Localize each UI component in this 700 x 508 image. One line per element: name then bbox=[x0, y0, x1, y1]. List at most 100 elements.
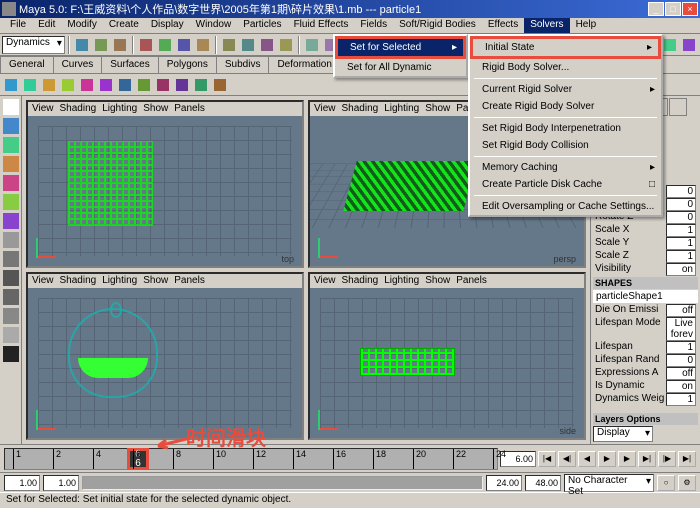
maximize-button[interactable]: □ bbox=[665, 2, 681, 16]
tool-btn[interactable] bbox=[239, 36, 257, 54]
tool-btn[interactable] bbox=[92, 36, 110, 54]
prev-key-button[interactable]: ◀ bbox=[578, 451, 596, 467]
particle-object[interactable] bbox=[68, 141, 153, 226]
minimize-button[interactable]: _ bbox=[648, 2, 664, 16]
submenu-item[interactable]: Memory Caching bbox=[470, 159, 661, 176]
apple-curve[interactable] bbox=[68, 308, 158, 398]
shelf-btn[interactable] bbox=[135, 76, 153, 94]
submenu-item[interactable]: Current Rigid Solver bbox=[470, 81, 661, 98]
tool-btn[interactable] bbox=[111, 36, 129, 54]
menu-fields[interactable]: Fields bbox=[354, 18, 393, 33]
menu-fluid[interactable]: Fluid Effects bbox=[288, 18, 355, 33]
menu-window[interactable]: Window bbox=[190, 18, 238, 33]
play-back-button[interactable]: ▶ bbox=[598, 451, 616, 467]
channel-value[interactable]: 1 bbox=[666, 341, 696, 354]
submenu-item[interactable]: Edit Oversampling or Cache Settings... bbox=[470, 198, 661, 215]
shelf-btn[interactable] bbox=[59, 76, 77, 94]
channel-value[interactable]: 1 bbox=[666, 237, 696, 250]
tool-btn[interactable] bbox=[258, 36, 276, 54]
tool-btn[interactable] bbox=[303, 36, 321, 54]
tab-subdivs[interactable]: Subdivs bbox=[216, 56, 270, 73]
vp-shading[interactable]: Shading bbox=[60, 103, 97, 115]
tool[interactable] bbox=[2, 231, 20, 249]
tool-btn[interactable] bbox=[73, 36, 91, 54]
menu-file[interactable]: File bbox=[4, 18, 32, 33]
shelf-btn[interactable] bbox=[173, 76, 191, 94]
channel-value[interactable]: off bbox=[666, 367, 696, 380]
vp-lighting[interactable]: Lighting bbox=[102, 103, 137, 115]
charset-dropdown[interactable]: No Character Set bbox=[564, 474, 654, 492]
tool-btn[interactable] bbox=[661, 36, 679, 54]
channel-value[interactable]: 0 bbox=[666, 354, 696, 367]
rewind-button[interactable]: |◀ bbox=[538, 451, 556, 467]
layout-single[interactable] bbox=[2, 250, 20, 268]
menu-modify[interactable]: Modify bbox=[61, 18, 102, 33]
range-start-field[interactable] bbox=[43, 475, 79, 491]
vp-shading[interactable]: Shading bbox=[342, 103, 379, 115]
display-dropdown[interactable]: Display bbox=[593, 426, 653, 442]
vp-lighting[interactable]: Lighting bbox=[384, 275, 419, 287]
vp-show[interactable]: Show bbox=[143, 103, 168, 115]
rotate-tool[interactable] bbox=[2, 155, 20, 173]
tool[interactable] bbox=[2, 212, 20, 230]
menu-particles[interactable]: Particles bbox=[237, 18, 287, 33]
vp-panels[interactable]: Panels bbox=[174, 275, 205, 287]
shelf-btn[interactable] bbox=[97, 76, 115, 94]
particle-object[interactable] bbox=[343, 161, 476, 211]
vp-shading[interactable]: Shading bbox=[60, 275, 97, 287]
viewport-top[interactable]: View Shading Lighting Show Panels top bbox=[26, 100, 304, 268]
vp-panels[interactable]: Panels bbox=[456, 275, 487, 287]
channel-value[interactable]: 1 bbox=[666, 393, 696, 406]
tool-btn[interactable] bbox=[137, 36, 155, 54]
menu-help[interactable]: Help bbox=[570, 18, 603, 33]
channel-value[interactable]: 1 bbox=[666, 224, 696, 237]
range-track[interactable] bbox=[82, 476, 483, 490]
menu-solvers[interactable]: Solvers bbox=[524, 18, 569, 33]
vp-view[interactable]: View bbox=[32, 275, 54, 287]
step-back-button[interactable]: ◀| bbox=[558, 451, 576, 467]
vp-view[interactable]: View bbox=[314, 275, 336, 287]
menu-edit[interactable]: Edit bbox=[32, 18, 61, 33]
channel-value[interactable]: 0 bbox=[666, 198, 696, 211]
shelf-btn[interactable] bbox=[192, 76, 210, 94]
panel-icon[interactable] bbox=[669, 98, 687, 116]
lasso-tool[interactable] bbox=[2, 117, 20, 135]
scale-tool[interactable] bbox=[2, 174, 20, 192]
tool-btn[interactable] bbox=[277, 36, 295, 54]
shelf-btn[interactable] bbox=[211, 76, 229, 94]
anim-start-field[interactable] bbox=[4, 475, 40, 491]
tab-curves[interactable]: Curves bbox=[53, 56, 103, 73]
submenu-item[interactable]: Initial State bbox=[470, 36, 661, 59]
channel-value[interactable]: 0 bbox=[666, 185, 696, 198]
menu-effects[interactable]: Effects bbox=[482, 18, 524, 33]
autokey-button[interactable]: ○ bbox=[657, 475, 675, 491]
channel-value[interactable]: Live forev bbox=[666, 317, 696, 341]
vp-shading[interactable]: Shading bbox=[342, 275, 379, 287]
shelf-btn[interactable] bbox=[21, 76, 39, 94]
select-tool[interactable] bbox=[2, 98, 20, 116]
menu-rigid[interactable]: Soft/Rigid Bodies bbox=[393, 18, 482, 33]
submenu-item[interactable]: Set Rigid Body Interpenetration bbox=[470, 120, 661, 137]
layout-tool[interactable] bbox=[2, 307, 20, 325]
prefs-button[interactable]: ⚙ bbox=[678, 475, 696, 491]
vp-show[interactable]: Show bbox=[143, 275, 168, 287]
layout-four[interactable] bbox=[2, 269, 20, 287]
menu-set-all[interactable]: Set for All Dynamic bbox=[335, 59, 466, 76]
particle-object[interactable] bbox=[360, 348, 455, 376]
layout-tool[interactable] bbox=[2, 345, 20, 363]
layout-tool[interactable] bbox=[2, 288, 20, 306]
close-button[interactable]: × bbox=[682, 2, 698, 16]
anim-end-field[interactable] bbox=[525, 475, 561, 491]
submenu-item[interactable]: Rigid Body Solver... bbox=[470, 59, 661, 76]
next-key-button[interactable]: ▶| bbox=[638, 451, 656, 467]
play-button[interactable]: ▶ bbox=[618, 451, 636, 467]
shelf-btn[interactable] bbox=[40, 76, 58, 94]
range-end-field[interactable] bbox=[486, 475, 522, 491]
vp-panels[interactable]: Panels bbox=[174, 103, 205, 115]
shape-name[interactable]: particleShape1 bbox=[593, 290, 698, 303]
vp-view[interactable]: View bbox=[32, 103, 54, 115]
viewport-front[interactable]: View Shading Lighting Show Panels bbox=[26, 272, 304, 440]
shelf-btn[interactable] bbox=[154, 76, 172, 94]
submenu-item[interactable]: Create Particle Disk Cache bbox=[470, 176, 661, 193]
submenu-item[interactable]: Create Rigid Body Solver bbox=[470, 98, 661, 115]
